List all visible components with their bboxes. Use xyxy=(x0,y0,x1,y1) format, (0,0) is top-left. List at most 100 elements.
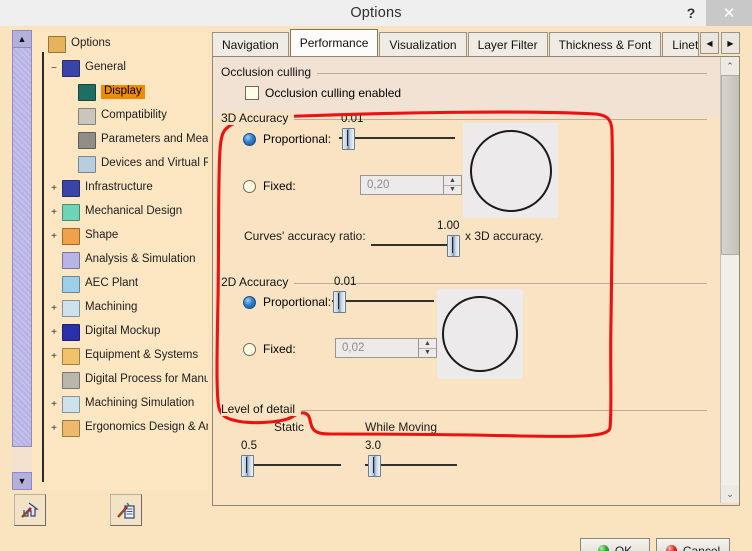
tree-item-compatibility[interactable]: Compatibility xyxy=(34,104,208,128)
expand-icon[interactable]: + xyxy=(48,398,60,410)
accuracy-2d-proportional-thumb[interactable] xyxy=(333,291,346,313)
content-scrollbar[interactable]: ⌃ ⌄ xyxy=(720,57,739,503)
tab-navigation[interactable]: Navigation xyxy=(212,32,289,56)
options-tree-pane: ▲ ▼ Options − General Display Compatibility P… xyxy=(12,30,208,490)
accuracy-2d-fixed-input[interactable]: 0,02 xyxy=(335,338,418,358)
expand-icon[interactable]: + xyxy=(48,230,60,242)
tree-item-label: Display xyxy=(101,85,145,99)
tree-item-label: Machining xyxy=(85,301,138,314)
accuracy-2d-fixed-row[interactable]: Fixed: xyxy=(243,342,296,356)
tree-item-machining-simulation[interactable]: + Machining Simulation xyxy=(34,392,208,416)
tab-label: Thickness & Font xyxy=(558,37,652,52)
tree-item-aec-plant[interactable]: AEC Plant xyxy=(34,272,208,296)
ok-button[interactable]: OK xyxy=(580,538,650,551)
tree-item-equipment-systems[interactable]: + Equipment & Systems xyxy=(34,344,208,368)
accuracy-3d-proportional-label: Proportional: xyxy=(263,132,332,146)
tree-item-digital-process-for-manufa[interactable]: Digital Process for Manufa xyxy=(34,368,208,392)
tab-layer-filter[interactable]: Layer Filter xyxy=(467,32,548,56)
expand-icon[interactable]: + xyxy=(48,182,60,194)
tree-item-options[interactable]: Options xyxy=(34,32,208,56)
occlusion-culling-checkbox-row[interactable]: Occlusion culling enabled xyxy=(245,86,401,100)
shape-icon xyxy=(62,227,80,245)
accuracy-3d-preview-circle xyxy=(469,129,552,212)
accuracy-3d-fixed-spinner[interactable]: 0,20 ▲ ▼ xyxy=(360,175,462,195)
tab-visualization[interactable]: Visualization xyxy=(379,32,467,56)
accuracy-3d-proportional-track[interactable] xyxy=(339,137,455,139)
accuracy-3d-fixed-row[interactable]: Fixed: xyxy=(243,179,296,193)
tree-item-label: Mechanical Design xyxy=(85,205,183,218)
expand-icon[interactable]: + xyxy=(48,302,60,314)
tree-scroll-up-arrow[interactable]: ▲ xyxy=(12,30,32,48)
accuracy-3d-proportional-radio[interactable] xyxy=(243,132,256,146)
help-button[interactable]: ? xyxy=(678,1,704,25)
collapse-icon[interactable]: − xyxy=(48,62,60,74)
tree-item-display[interactable]: Display xyxy=(34,80,208,104)
tree-scrollbar-thumb[interactable] xyxy=(12,47,32,447)
tab-linet[interactable]: Linet xyxy=(662,32,700,56)
tree-scrollbar[interactable]: ▲ ▼ xyxy=(12,30,32,490)
accuracy-3d-proportional-thumb[interactable] xyxy=(342,128,355,150)
tree-item-label: Digital Mockup xyxy=(85,325,161,338)
tab-thickness-font[interactable]: Thickness & Font xyxy=(548,32,662,56)
level-of-detail-static-track[interactable] xyxy=(241,464,341,466)
tab-performance[interactable]: Performance xyxy=(289,29,379,56)
accuracy-3d-fixed-down-arrow[interactable]: ▼ xyxy=(444,186,461,195)
cancel-button[interactable]: Cancel xyxy=(656,538,730,551)
close-button[interactable]: ✕ xyxy=(706,0,752,26)
accuracy-3d-fixed-up-arrow[interactable]: ▲ xyxy=(444,176,461,186)
tree-item-machining[interactable]: + Machining xyxy=(34,296,208,320)
expand-icon[interactable]: + xyxy=(48,350,60,362)
tree-item-devices-and-virtual-reali[interactable]: Devices and Virtual Reali xyxy=(34,152,208,176)
content-scroll-down-button[interactable]: ⌄ xyxy=(721,485,739,503)
curves-accuracy-ratio-thumb[interactable] xyxy=(447,235,460,257)
accuracy-2d-proportional-row[interactable]: Proportional: xyxy=(243,295,331,309)
curves-accuracy-ratio-track[interactable] xyxy=(371,244,459,246)
mechanical-design-icon xyxy=(62,203,80,221)
tree-item-parameters-and-measure[interactable]: Parameters and Measure xyxy=(34,128,208,152)
digital-mockup-icon xyxy=(62,323,80,341)
options-home-tool-button[interactable] xyxy=(14,494,46,526)
expand-icon[interactable]: + xyxy=(48,326,60,338)
tree-item-general[interactable]: − General xyxy=(34,56,208,80)
level-of-detail-static-thumb[interactable] xyxy=(241,455,254,477)
accuracy-3d-fixed-radio[interactable] xyxy=(243,179,256,193)
accuracy-2d-proportional-track[interactable] xyxy=(332,300,434,302)
accuracy-2d-proportional-radio[interactable] xyxy=(243,295,256,309)
tree-item-ergonomics-design-analy[interactable]: + Ergonomics Design & Analy xyxy=(34,416,208,440)
tab-next-button[interactable]: ▶ xyxy=(721,32,740,54)
tree-item-digital-mockup[interactable]: + Digital Mockup xyxy=(34,320,208,344)
accuracy-2d-fixed-up-arrow[interactable]: ▲ xyxy=(419,339,436,349)
accuracy-3d-group-title: 3D Accuracy xyxy=(221,111,295,125)
options-document-tool-button[interactable] xyxy=(110,494,142,526)
accuracy-3d-preview xyxy=(463,123,558,218)
occlusion-culling-checkbox[interactable] xyxy=(245,86,259,100)
tree-toolbar xyxy=(12,492,212,528)
content-scroll-up-button[interactable]: ⌃ xyxy=(721,57,739,75)
cancel-button-label: Cancel xyxy=(682,543,721,551)
ergonomics-design-icon xyxy=(62,419,80,437)
expand-icon[interactable]: + xyxy=(48,206,60,218)
expand-icon[interactable]: + xyxy=(48,422,60,434)
content-scrollbar-thumb[interactable] xyxy=(721,75,739,255)
digital-process-icon xyxy=(62,371,80,389)
accuracy-2d-fixed-down-arrow[interactable]: ▼ xyxy=(419,349,436,358)
tree-item-mechanical-design[interactable]: + Mechanical Design xyxy=(34,200,208,224)
window-title: Options xyxy=(350,5,402,21)
level-of-detail-moving-thumb[interactable] xyxy=(368,455,381,477)
level-of-detail-static-label: Static xyxy=(274,420,305,434)
accuracy-2d-fixed-spinner[interactable]: 0,02 ▲ ▼ xyxy=(335,338,437,358)
tree-scroll-down-arrow[interactable]: ▼ xyxy=(12,472,32,490)
accuracy-2d-fixed-radio[interactable] xyxy=(243,342,256,356)
accuracy-3d-proportional-value: 0.01 xyxy=(341,113,364,125)
parameters-measure-icon xyxy=(78,131,96,149)
accuracy-3d-fixed-input[interactable]: 0,20 xyxy=(360,175,443,195)
tab-prev-button[interactable]: ◀ xyxy=(700,32,719,54)
accuracy-2d-preview-circle xyxy=(442,296,518,372)
tree-item-label: General xyxy=(85,61,126,74)
level-of-detail-group-title: Level of detail xyxy=(221,402,302,416)
tree-item-infrastructure[interactable]: + Infrastructure xyxy=(34,176,208,200)
accuracy-3d-proportional-row[interactable]: Proportional: xyxy=(243,132,331,146)
devices-virtual-reality-icon xyxy=(78,155,96,173)
tree-item-shape[interactable]: + Shape xyxy=(34,224,208,248)
tree-item-analysis-simulation[interactable]: Analysis & Simulation xyxy=(34,248,208,272)
